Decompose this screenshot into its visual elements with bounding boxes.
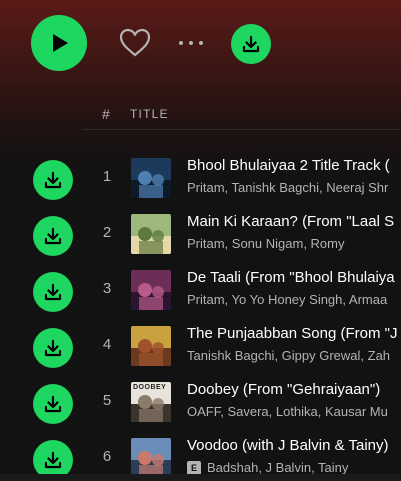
artist-links[interactable]: Pritam, Sonu Nigam, Romy [187,236,345,251]
like-button[interactable] [118,27,152,59]
album-art [131,214,171,254]
track-row[interactable]: 5 DOOBEY Doobey (From "Gehraiyaan") OAFF, S… [0,374,401,430]
track-artists: Tanishk Bagchi, Gippy Grewal, Zah [187,348,390,363]
download-button[interactable] [33,272,73,312]
column-title-header[interactable]: TITLE [130,107,169,121]
play-button[interactable] [31,15,87,71]
track-title[interactable]: De Taali (From "Bhool Bhulaiya [187,269,395,286]
track-title[interactable]: Bhool Bhulaiyaa 2 Title Track ( [187,157,390,174]
track-title[interactable]: Doobey (From "Gehraiyaan") [187,381,380,398]
artist-links[interactable]: Pritam, Tanishk Bagchi, Neeraj Shr [187,180,388,195]
track-row[interactable]: 3 De Taali (From "Bhool Bhulaiya Pritam, Y… [0,262,401,318]
horizontal-scrollbar[interactable] [0,474,401,481]
play-icon [53,34,68,52]
more-options-button[interactable] [178,33,206,53]
download-icon [44,451,62,469]
track-number: 6 [102,448,112,465]
tracklist-header: # TITLE [82,100,401,130]
track-artists: Pritam, Sonu Nigam, Romy [187,236,345,251]
track-number: 2 [102,224,112,241]
download-button[interactable] [33,384,73,424]
track-row[interactable]: 1 Bhool Bhulaiyaa 2 Title Track ( Pritam, … [0,150,401,206]
track-number: 1 [102,168,112,185]
download-button[interactable] [33,216,73,256]
track-title[interactable]: Voodoo (with J Balvin & Tainy) [187,437,389,454]
download-icon [44,395,62,413]
artist-links[interactable]: OAFF, Savera, Lothika, Kausar Mu [187,404,388,419]
track-title[interactable]: The Punjaabban Song (From "J [187,325,397,342]
album-art: DOOBEY [131,382,171,422]
album-art-label: DOOBEY [133,384,167,391]
track-artists: E Badshah, J Balvin, Tainy [187,460,348,475]
download-icon [44,283,62,301]
download-icon [44,171,62,189]
download-playlist-button[interactable] [231,24,271,64]
track-number: 3 [102,280,112,297]
artist-links[interactable]: Badshah, J Balvin, Tainy [207,460,348,475]
album-art [131,326,171,366]
action-bar [0,0,401,88]
album-art [131,158,171,198]
download-icon [242,35,260,53]
artist-links[interactable]: Pritam, Yo Yo Honey Singh, Armaa [187,292,387,307]
download-button[interactable] [33,328,73,368]
heart-icon [119,28,151,57]
download-button[interactable] [33,160,73,200]
track-row[interactable]: 2 Main Ki Karaan? (From "Laal S Pritam, So… [0,206,401,262]
download-icon [44,227,62,245]
artist-links[interactable]: Tanishk Bagchi, Gippy Grewal, Zah [187,348,390,363]
track-artists: OAFF, Savera, Lothika, Kausar Mu [187,404,388,419]
album-art [131,438,171,478]
explicit-icon: E [187,461,201,475]
track-row[interactable]: 4 The Punjaabban Song (From "J Tanishk Bag… [0,318,401,374]
track-number: 4 [102,336,112,353]
track-artists: Pritam, Yo Yo Honey Singh, Armaa [187,292,387,307]
track-artists: Pritam, Tanishk Bagchi, Neeraj Shr [187,180,388,195]
column-number-header: # [102,106,110,122]
more-icon [179,41,203,45]
download-icon [44,339,62,357]
album-art [131,270,171,310]
track-title[interactable]: Main Ki Karaan? (From "Laal S [187,213,394,230]
track-number: 5 [102,392,112,409]
